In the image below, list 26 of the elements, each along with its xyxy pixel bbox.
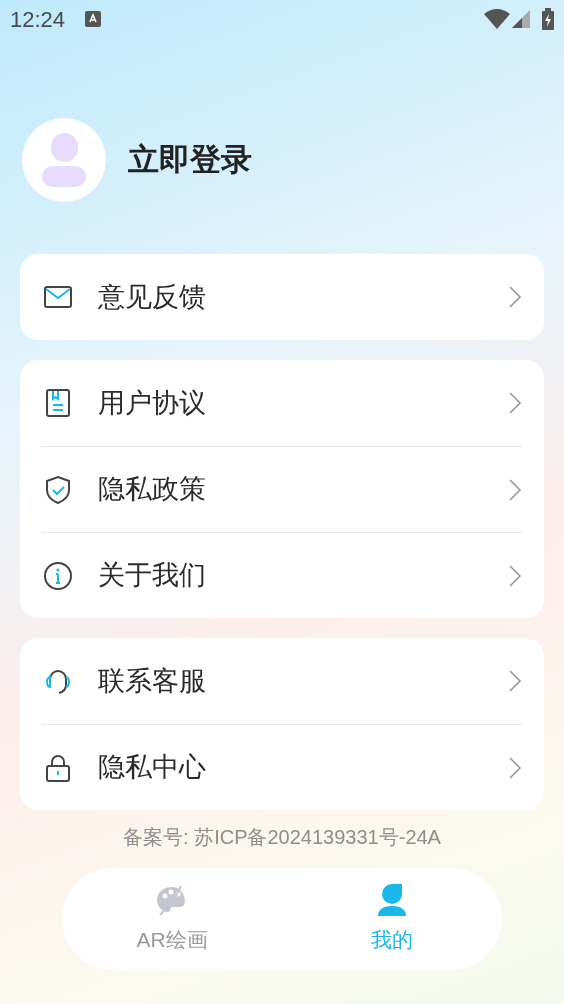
login-link[interactable]: 立即登录 bbox=[128, 136, 252, 184]
chevron-icon bbox=[508, 563, 522, 588]
chevron-icon bbox=[508, 669, 522, 693]
info-icon bbox=[42, 559, 74, 592]
keyboard-icon bbox=[85, 11, 102, 27]
menu-item[interactable]: 关于我们 bbox=[42, 532, 522, 618]
chevron-icon bbox=[508, 285, 522, 309]
status-time: 12:24 bbox=[10, 5, 66, 34]
menu-item[interactable]: 联系客服 bbox=[42, 638, 522, 724]
menu-label: 用户协议 bbox=[98, 386, 207, 420]
menu-label: 关于我们 bbox=[98, 559, 207, 593]
battery-icon bbox=[542, 8, 554, 30]
menu-item[interactable]: 隐私政策 bbox=[42, 446, 522, 532]
signal-icon bbox=[512, 10, 530, 28]
chevron-icon bbox=[508, 477, 522, 502]
wifi-icon bbox=[484, 9, 510, 29]
icp-text: 备案号: 苏ICP备2024139331号-24A bbox=[123, 825, 441, 850]
menu-item[interactable]: 用户协议 bbox=[42, 360, 522, 446]
menu-label: 联系客服 bbox=[98, 664, 207, 698]
menu-item[interactable]: 隐私中心 bbox=[42, 724, 522, 810]
menu-item[interactable]: 意见反馈 bbox=[42, 254, 522, 340]
menu-label: 隐私中心 bbox=[98, 751, 207, 785]
chevron-icon bbox=[508, 755, 522, 780]
menu-label: 隐私政策 bbox=[98, 473, 207, 507]
chevron-icon bbox=[508, 391, 522, 415]
menu-label: 意见反馈 bbox=[98, 280, 207, 314]
